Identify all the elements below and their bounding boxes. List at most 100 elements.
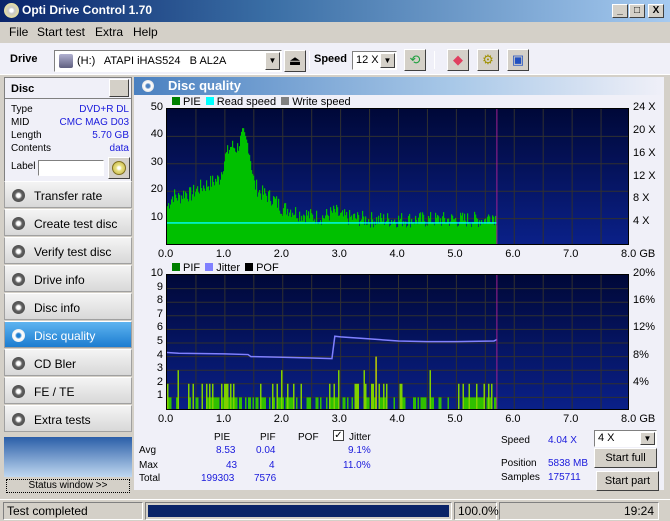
pif-bar: [221, 383, 223, 409]
speed-select[interactable]: 12 X ▼: [352, 51, 397, 70]
pif-bar: [264, 397, 266, 409]
chevron-down-icon[interactable]: ▼: [380, 53, 395, 68]
stats-header-pof: POF: [298, 432, 319, 443]
window-title: Opti Drive Control 1.70: [22, 3, 153, 17]
pif-bar: [368, 397, 370, 409]
pif-bar: [482, 397, 484, 409]
disc-panel-toggle-button[interactable]: [109, 79, 129, 97]
refresh-button[interactable]: ⟲: [404, 49, 426, 71]
label-input[interactable]: [38, 160, 104, 176]
nav-drive-info[interactable]: Drive info: [4, 265, 132, 292]
erase-button[interactable]: ◆: [447, 49, 469, 71]
pif-bar: [248, 397, 250, 409]
refresh-icon: ⟲: [409, 52, 421, 67]
status-window-button[interactable]: Status window >>: [6, 479, 130, 493]
y-tick-label: 10: [150, 267, 163, 279]
drive-select[interactable]: (H:) ATAPI iHAS524 B AL2A ▼: [54, 50, 282, 72]
stats-label-max: Max: [139, 460, 158, 471]
minimize-button[interactable]: _: [612, 4, 628, 18]
pif-bar: [225, 383, 227, 409]
y-tick-label: 7: [156, 307, 163, 320]
nav-disc-quality[interactable]: Disc quality: [4, 321, 132, 348]
chevron-down-icon[interactable]: ▼: [640, 432, 655, 445]
start-full-button[interactable]: Start full: [594, 448, 657, 468]
pif-bar: [245, 397, 247, 409]
nav-verify-test-disc[interactable]: Verify test disc: [4, 237, 132, 264]
maximize-button[interactable]: □: [629, 4, 645, 18]
pif-bar: [471, 397, 473, 409]
nav-extra-tests[interactable]: Extra tests: [4, 405, 132, 432]
nav-label: Drive info: [34, 273, 85, 287]
label-read-button[interactable]: [108, 157, 130, 179]
y-tick-label: 3: [156, 362, 163, 375]
disc-icon: [12, 385, 25, 398]
pif-bar: [468, 383, 470, 409]
pif-bar: [494, 397, 496, 409]
y2-tick-label: 8 X: [633, 192, 650, 205]
pif-bar: [288, 397, 290, 409]
pif-bar: [338, 370, 340, 409]
title-bar: Opti Drive Control 1.70 _ □ X: [0, 0, 670, 22]
pif-bar: [213, 397, 215, 409]
pif-bar: [401, 383, 403, 409]
pif-bar: [474, 397, 476, 409]
pif-bar: [282, 397, 284, 409]
nav-cd-bler[interactable]: CD Bler: [4, 349, 132, 376]
pif-bar: [414, 397, 416, 409]
info-position-value: 5838 MB: [548, 458, 589, 469]
disc-quality-icon: [142, 80, 154, 92]
stats-avg-pif: 0.04: [256, 445, 276, 456]
pif-bar: [356, 383, 358, 409]
pif-bar: [470, 397, 472, 409]
x-tick-label: 1.0: [215, 413, 232, 425]
test-speed-select[interactable]: 4 X ▼: [594, 430, 657, 447]
menu-start-test[interactable]: Start test: [37, 25, 85, 39]
nav-label: Verify test disc: [34, 245, 112, 259]
legend-swatch-jitter: [205, 263, 214, 271]
x-tick-label: 8.0 GB: [621, 248, 656, 260]
y-tick-label: 40: [150, 128, 163, 141]
pif-bar: [420, 397, 422, 409]
y-tick-label: 20: [150, 183, 163, 196]
pif-bar: [354, 383, 356, 409]
pif-bar: [440, 397, 442, 409]
disc-icon: [12, 413, 25, 426]
pif-bar: [228, 397, 230, 409]
pif-bar: [216, 397, 218, 409]
nav-fe-te[interactable]: FE / TE: [4, 377, 132, 404]
pif-bar: [381, 397, 383, 409]
progress-fill: [148, 505, 449, 517]
disc-icon: [12, 273, 25, 286]
menu-extra[interactable]: Extra: [95, 25, 123, 39]
pif-bar: [399, 383, 401, 409]
x-tick-label: 1.0: [215, 248, 232, 260]
save-button[interactable]: ▣: [507, 49, 529, 71]
settings-button[interactable]: ⚙: [477, 49, 499, 71]
nav-transfer-rate[interactable]: Transfer rate: [4, 181, 132, 208]
chart2-legend: PIF Jitter POF: [170, 262, 279, 274]
pif-bar: [239, 397, 241, 409]
menu-file[interactable]: File: [9, 25, 28, 39]
eject-button[interactable]: ⏏: [284, 50, 306, 72]
menu-help[interactable]: Help: [133, 25, 158, 39]
nav-create-test-disc[interactable]: Create test disc: [4, 209, 132, 236]
sidebar-fill: [4, 437, 132, 477]
stats-max-jitter: 11.0%: [343, 460, 371, 471]
x-tick-label: 4.0: [389, 413, 405, 425]
sidebar: Disc Type DVD+R DL MID CMC MAG D03 Length 5…: [4, 77, 132, 477]
pif-bar: [489, 397, 491, 409]
x-tick-label: 7.0: [563, 248, 579, 260]
y2-tick-label: 20%: [633, 267, 656, 279]
pif-bar: [357, 383, 359, 409]
chevron-down-icon[interactable]: ▼: [265, 52, 280, 70]
jitter-checkbox[interactable]: ✓: [333, 430, 344, 441]
disc-header-label: Disc: [11, 83, 35, 95]
start-part-button[interactable]: Start part: [596, 471, 659, 491]
pie-chart-plot: [166, 108, 629, 245]
nav-disc-info[interactable]: Disc info: [4, 293, 132, 320]
pif-bar: [462, 383, 464, 409]
disc-icon: [12, 329, 25, 342]
close-button[interactable]: X: [648, 4, 664, 18]
pif-bar: [279, 397, 281, 409]
disc-quality-panel: Disc quality PIE Read speed Write speed …: [134, 77, 664, 491]
